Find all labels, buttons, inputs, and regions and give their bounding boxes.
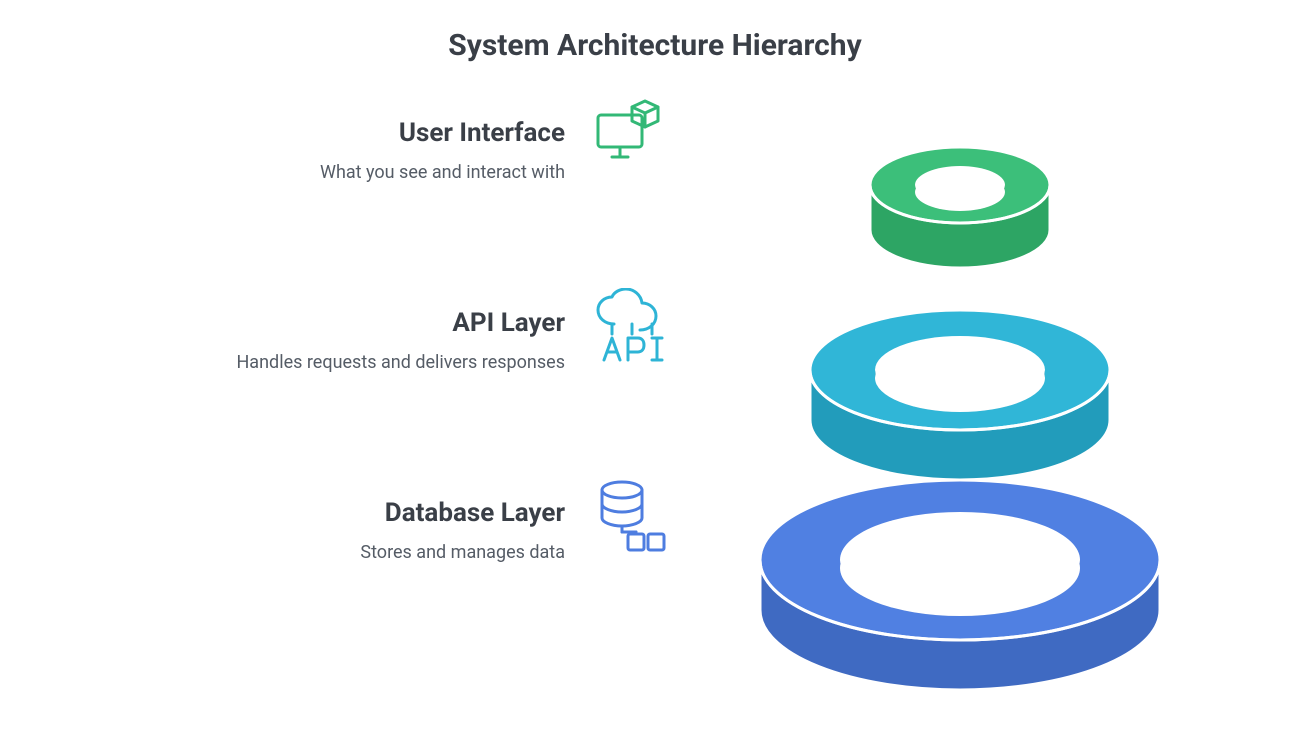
layer-ui-desc: What you see and interact with <box>0 162 565 183</box>
diagram-canvas: System Architecture Hierarchy User Inter… <box>0 0 1310 739</box>
ring-api <box>810 310 1110 480</box>
layer-ui: User Interface What you see and interact… <box>0 118 565 183</box>
layer-api-desc: Handles requests and delivers responses <box>0 352 565 373</box>
monitor-cube-icon <box>590 95 670 179</box>
layer-db-desc: Stores and manages data <box>0 542 565 563</box>
layer-ui-title: User Interface <box>0 118 565 148</box>
cloud-api-icon <box>590 288 674 376</box>
layer-db: Database Layer Stores and manages data <box>0 498 565 563</box>
diagram-title: System Architecture Hierarchy <box>0 28 1310 63</box>
layer-api-title: API Layer <box>0 308 565 338</box>
ring-stack <box>700 90 1220 714</box>
ring-database <box>760 480 1160 690</box>
database-icon <box>590 478 674 566</box>
ring-ui <box>870 147 1050 268</box>
layer-db-title: Database Layer <box>0 498 565 528</box>
layer-api: API Layer Handles requests and delivers … <box>0 308 565 373</box>
